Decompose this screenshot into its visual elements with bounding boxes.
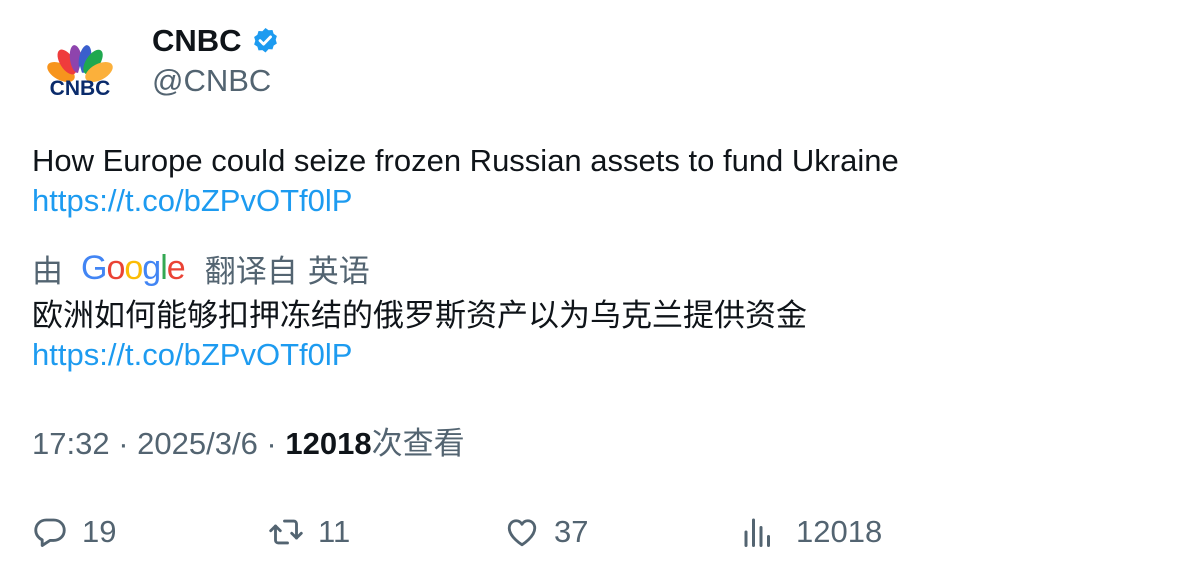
- reply-count: 19: [82, 514, 117, 549]
- views-icon: [744, 518, 770, 547]
- like-count: 37: [554, 514, 589, 549]
- avatar-logo-text: CNBC: [50, 77, 111, 100]
- reply-button[interactable]: 19: [32, 510, 116, 554]
- translated-text: 欧洲如何能够扣押冻结的俄罗斯资产以为乌克兰提供资金: [32, 298, 807, 333]
- views-label: 次查看: [371, 426, 465, 461]
- tweet-date[interactable]: 2025/3/6: [137, 426, 258, 461]
- views-action-count: 12018: [796, 514, 883, 549]
- tweet-card: CNBC CNBC @CNBC How Europe could seize f…: [0, 0, 1196, 578]
- avatar[interactable]: CNBC: [32, 28, 128, 124]
- tweet-time[interactable]: 17:32: [32, 426, 110, 461]
- google-logo[interactable]: Google: [81, 246, 186, 290]
- author-name-text[interactable]: CNBC: [152, 22, 242, 60]
- reply-icon: [34, 518, 66, 547]
- views-count: 12018: [285, 426, 372, 461]
- translated-by-label: 由: [32, 253, 63, 289]
- cnbc-peacock-logo: CNBC: [47, 45, 113, 100]
- meta-separator: ·: [109, 426, 138, 461]
- tweet-link[interactable]: https://t.co/bZPvOTf0lP: [32, 183, 352, 218]
- translated-from-label: 翻译自: [204, 253, 298, 289]
- source-language: 英语: [307, 253, 370, 289]
- retweet-count: 11: [318, 514, 351, 549]
- tweet-meta: 17:32 · 2025/3/6 · 12018次查看: [32, 424, 465, 464]
- author-display-name[interactable]: CNBC: [152, 22, 281, 60]
- retweet-icon: [269, 519, 303, 545]
- translated-link-container: https://t.co/bZPvOTf0lP: [32, 335, 352, 375]
- meta-separator: ·: [257, 426, 286, 461]
- verified-badge-icon[interactable]: [250, 26, 281, 57]
- like-icon: [507, 519, 537, 547]
- tweet-link-container: https://t.co/bZPvOTf0lP: [32, 181, 352, 221]
- translated-link[interactable]: https://t.co/bZPvOTf0lP: [32, 337, 352, 372]
- retweet-button[interactable]: 11: [268, 510, 350, 554]
- author-handle[interactable]: @CNBC: [152, 62, 271, 100]
- translation-attribution: 由 Google 翻译自 英语: [32, 246, 370, 290]
- views-button[interactable]: 12018: [740, 510, 882, 554]
- like-button[interactable]: 37: [504, 510, 588, 554]
- tweet-text: How Europe could seize frozen Russian as…: [32, 143, 899, 178]
